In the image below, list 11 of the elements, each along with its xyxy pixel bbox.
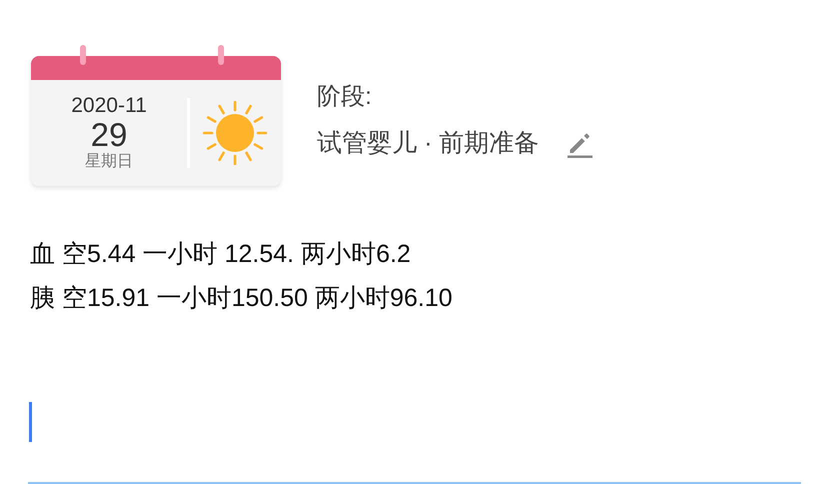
year-month: 2020-11 bbox=[71, 94, 147, 118]
day-number: 29 bbox=[90, 118, 128, 152]
weekday: 星期日 bbox=[85, 152, 133, 172]
stage-label: 阶段: bbox=[317, 82, 373, 112]
ring-icon bbox=[218, 45, 224, 65]
note-line: 胰 空15.91 一小时150.50 两小时96.10 bbox=[30, 283, 454, 314]
text-input[interactable] bbox=[28, 402, 801, 484]
stage-value: 试管婴儿 · 前期准备 bbox=[317, 128, 540, 159]
sun-icon bbox=[203, 101, 267, 165]
note-line: 血 空5.44 一小时 12.54. 两小时6.2 bbox=[30, 239, 412, 270]
ring-icon bbox=[80, 45, 86, 65]
